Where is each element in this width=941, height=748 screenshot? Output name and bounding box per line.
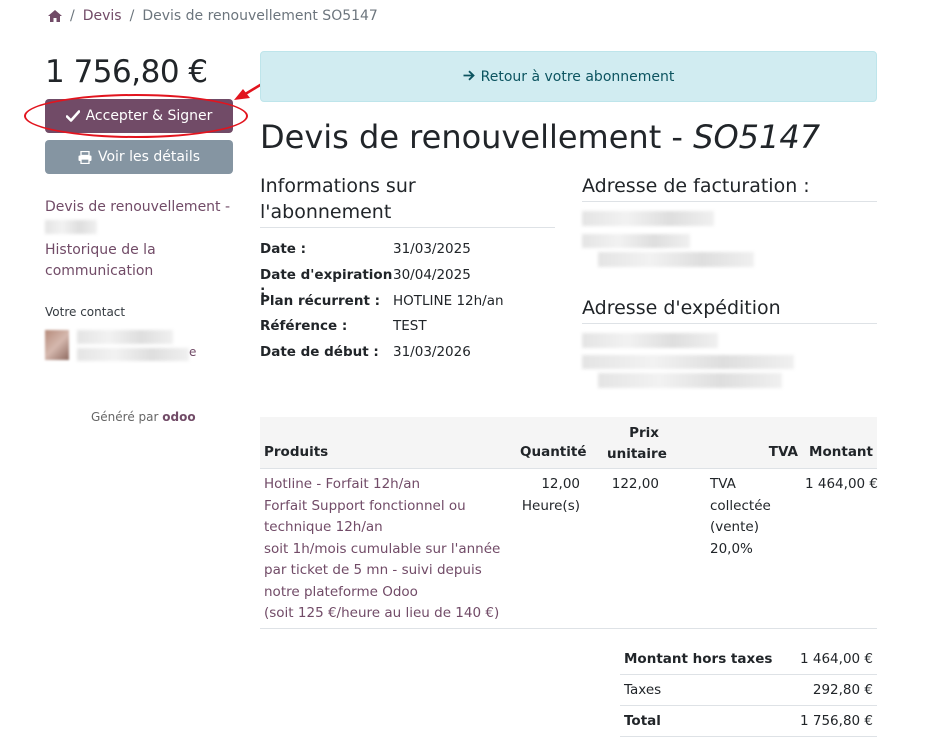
column-header-tax: TVA — [768, 444, 798, 460]
quantity-cell: 12,00 Heure(s) — [514, 474, 580, 517]
redacted-shipping-street — [582, 355, 794, 369]
heading-line: l'abonnement — [260, 201, 392, 223]
info-value: 31/03/2025 — [393, 241, 471, 257]
billing-address-heading: Adresse de facturation : — [582, 175, 810, 197]
sidebar-link-history[interactable]: Historique de la communication — [45, 240, 156, 282]
totals-row: Total 1 756,80 € — [620, 706, 877, 737]
home-icon[interactable] — [48, 10, 62, 22]
breadcrumb: / Devis / Devis de renouvellement SO5147 — [48, 6, 378, 26]
generated-by-label: Généré par — [91, 410, 159, 424]
quantity-unit: Heure(s) — [521, 497, 580, 514]
unit-price-header-line: Prix — [629, 425, 659, 441]
page-title-reference: SO5147 — [693, 118, 821, 156]
breadcrumb-devis-link[interactable]: Devis — [83, 8, 122, 24]
redacted-billing-name — [582, 211, 714, 226]
print-icon — [78, 150, 92, 164]
info-row: Date : 31/03/2025 — [260, 241, 471, 261]
generated-by: Généré par odoo — [91, 410, 196, 424]
tax-line: TVA collectée — [710, 476, 771, 514]
redacted-billing-city — [598, 252, 754, 267]
info-value: TEST — [393, 318, 427, 334]
unit-price-header-line: unitaire — [607, 446, 667, 462]
page-title: Devis de renouvellement - SO5147 — [260, 118, 820, 156]
table-header: Produits Quantité Prix unitaire TVA Mont… — [260, 417, 877, 469]
divider — [582, 201, 877, 202]
info-value: 30/04/2025 — [393, 267, 471, 283]
accept-sign-button[interactable]: Accepter & Signer — [45, 99, 233, 133]
product-line: par ticket de 5 mn - suivi depuis — [264, 562, 482, 578]
info-key: Date : — [260, 241, 307, 257]
unit-price-cell: 122,00 — [611, 476, 659, 492]
breadcrumb-separator: / — [129, 8, 135, 24]
redacted-shipping-name — [582, 333, 718, 348]
tax-cell: TVA collectée (vente) 20,0% — [710, 474, 798, 560]
totals-label: Montant hors taxes — [624, 651, 773, 667]
product-description[interactable]: Hotline - Forfait 12h/an Forfait Support… — [264, 474, 504, 625]
totals-row: Montant hors taxes 1 464,00 € — [620, 644, 877, 675]
product-line: notre plateforme Odoo — [264, 583, 418, 600]
redacted-contact-name — [77, 330, 173, 344]
totals-table: Montant hors taxes 1 464,00 € Taxes 292,… — [620, 644, 877, 737]
tax-line: (vente) 20,0% — [710, 519, 759, 557]
totals-row: Taxes 292,80 € — [620, 675, 877, 706]
product-line: soit 1h/mois cumulable sur l'année — [264, 540, 501, 557]
redacted-text — [45, 220, 97, 234]
product-line: Hotline - Forfait 12h/an — [264, 476, 421, 492]
arrow-right-icon — [463, 69, 475, 85]
redacted-billing-street — [582, 234, 690, 248]
info-key: Date d'expiration : — [260, 267, 393, 299]
breadcrumb-current: Devis de renouvellement SO5147 — [142, 8, 378, 24]
odoo-logo[interactable]: odoo — [162, 410, 195, 424]
info-value: HOTLINE 12h/an — [393, 293, 504, 309]
contact-label: Votre contact — [45, 305, 126, 319]
back-to-subscription-alert[interactable]: Retour à votre abonnement — [260, 51, 877, 102]
sidebar-link-history-line: Historique de la — [45, 242, 156, 258]
info-row: Date d'expiration : 30/04/2025 — [260, 267, 471, 299]
totals-label: Total — [624, 713, 661, 729]
redacted-shipping-city — [598, 373, 782, 388]
column-header-products: Produits — [264, 444, 329, 460]
totals-value: 292,80 € — [812, 682, 873, 698]
column-header-quantity: Quantité — [520, 444, 587, 460]
product-line: technique 12h/an — [264, 519, 383, 535]
info-key: Référence : — [260, 318, 348, 334]
view-details-label: Voir les détails — [97, 149, 201, 165]
divider — [582, 323, 877, 324]
divider — [260, 227, 555, 228]
product-line: Forfait Support fonctionnel ou — [264, 497, 466, 514]
info-row: Référence : TEST — [260, 318, 427, 338]
info-key: Plan récurrent : — [260, 293, 381, 309]
accept-sign-label: Accepter & Signer — [85, 108, 213, 124]
contact-email-suffix[interactable]: e — [189, 345, 196, 359]
product-line: (soit 125 €/heure au lieu de 140 €) — [264, 605, 500, 621]
check-icon — [65, 110, 80, 122]
info-value: 31/03/2026 — [393, 344, 471, 360]
sidebar-link-history-line: communication — [45, 263, 154, 279]
breadcrumb-separator: / — [70, 8, 75, 24]
subscription-info-heading: Informations sur l'abonnement — [260, 173, 416, 225]
info-row: Date de début : 31/03/2026 — [260, 344, 471, 364]
sidebar-link-renewal[interactable]: Devis de renouvellement - — [45, 197, 230, 218]
heading-line: Informations sur — [260, 175, 416, 197]
avatar — [45, 330, 69, 360]
total-amount: 1 756,80 € — [45, 54, 208, 90]
shipping-address-heading: Adresse d'expédition — [582, 297, 781, 319]
totals-value: 1 756,80 € — [800, 713, 873, 729]
view-details-button[interactable]: Voir les détails — [45, 140, 233, 174]
amount-cell: 1 464,00 € — [805, 476, 878, 492]
quantity-value: 12,00 — [541, 476, 580, 492]
redacted-contact-email — [77, 348, 189, 361]
totals-label: Taxes — [624, 682, 662, 698]
column-header-unit-price: Prix unitaire — [607, 423, 667, 465]
info-key: Date de début : — [260, 344, 379, 360]
column-header-amount: Montant — [809, 444, 873, 460]
totals-value: 1 464,00 € — [800, 651, 873, 667]
info-row: Plan récurrent : HOTLINE 12h/an — [260, 293, 504, 313]
page-title-text: Devis de renouvellement - — [260, 118, 694, 156]
back-to-subscription-link[interactable]: Retour à votre abonnement — [481, 69, 675, 85]
table-row: Hotline - Forfait 12h/an Forfait Support… — [260, 469, 878, 629]
products-table: Produits Quantité Prix unitaire TVA Mont… — [260, 417, 878, 629]
